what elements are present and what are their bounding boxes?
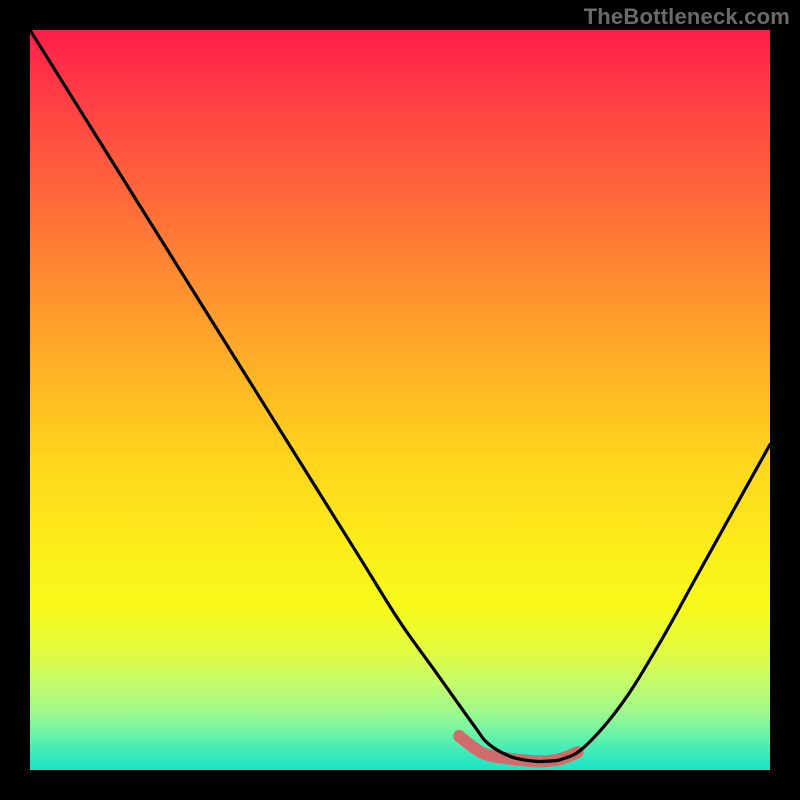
plot-area xyxy=(30,30,770,770)
curve-svg xyxy=(30,30,770,770)
watermark-text: TheBottleneck.com xyxy=(584,4,790,30)
bottleneck-curve-line xyxy=(30,30,770,762)
chart-frame: TheBottleneck.com xyxy=(0,0,800,800)
